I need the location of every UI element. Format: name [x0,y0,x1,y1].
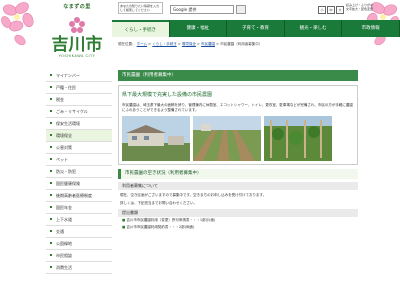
feature-body: 市民農園は、埼玉県下最大の面積を誇り、管理棟内に休憩室、エコットシャワー、トイレ… [122,103,353,112]
sidebar-item-mynumber[interactable]: マイナンバー [46,70,112,82]
vegetable-garden-photo [264,116,332,161]
breadcrumb-home[interactable]: ホーム [137,42,147,46]
page-title: 市民農園（利用者募集中） [118,70,358,81]
search-note: あなたの知りたい情報を入力して検索してください [118,2,163,14]
sidebar-item-consultation[interactable]: 市民相談 [46,250,112,262]
utility-bar: あなたの知りたい情報を入力して検索してください Google 提供 小 中 大 … [118,2,400,16]
color-change-link[interactable]: 文字拡大・配色変更 [346,7,373,11]
sidebar-item-pollution[interactable]: 公害対策 [46,142,112,154]
main-content: 市民農園（利用者募集中） 県下最大規模で充実した設備の市民農園 市民農園は、埼玉… [118,70,358,231]
farm-plots-photo [193,116,261,161]
doc-item[interactable]: 吉川市市民農園利用（変更）許可申請書・・・1部(片面) [122,217,358,224]
sidebar-item-pets[interactable]: ペット [46,154,112,166]
sidebar-item-garbage[interactable]: ごみ・リサイクル [46,106,112,118]
sidebar-item-environment[interactable]: 環境保全 [46,130,112,142]
gnav-tab-kurashi[interactable]: くらし・手続き [112,20,170,37]
breadcrumb-current: 市民農園（利用者募集中） [220,42,263,46]
sidebar-item-traffic[interactable]: 交通 [46,226,112,238]
sidebar-item-pension[interactable]: 国民年金 [46,202,112,214]
city-logo[interactable]: なまずの里 吉川市 YOSHIKAWA CITY [47,0,107,64]
breadcrumb-kurashi[interactable]: くらし・手続き [152,42,177,46]
font-size-small-button[interactable]: 小 [318,6,326,14]
search-input[interactable]: Google 提供 [170,5,234,14]
search-button[interactable] [236,5,246,14]
global-navigation: くらし・手続き 健康・福祉 子育て・教育 観光・楽しむ 市政情報 [112,20,400,37]
recruit-text-1: 現在、空き区画がございますので募集中です。空きまちのお申し込みを受け付けておりま… [120,193,267,197]
recruit-text-2: 詳しくは、下記担当までお問い合わせください。 [120,201,197,205]
font-size-switcher: 小 中 大 [318,6,344,14]
feature-box: 県下最大規模で充実した設備の市民農園 市民農園は、埼玉県下最大の面積を誇り、管理… [118,85,358,165]
sidebar-item-water[interactable]: 上下水道 [46,214,112,226]
gnav-tab-health[interactable]: 健康・福祉 [169,20,228,37]
sidebar-item-living-environment[interactable]: 保安生活環境 [46,118,112,130]
status-heading: 市民農園の空き状況（利用者募集中） [118,169,358,179]
sidebar-item-tax[interactable]: 税金 [46,94,112,106]
font-size-medium-button[interactable]: 中 [327,6,335,14]
feature-heading: 県下最大規模で充実した設備の市民農園 [122,92,213,98]
photo-row [122,116,354,161]
sidebar-item-parks[interactable]: 公園緑地 [46,238,112,250]
font-size-large-button[interactable]: 大 [336,6,344,14]
doc-item[interactable]: 吉川市市民農園利用契約書・・・2部(両面) [122,224,358,231]
breadcrumb-environment[interactable]: 環境保全 [182,42,196,46]
accessibility-links: 読み上げ・ふりがな 文字拡大・配色変更 [346,3,373,11]
gnav-tab-childcare[interactable]: 子育て・教育 [227,20,285,37]
gnav-tab-city-info[interactable]: 市政情報 [342,20,400,37]
breadcrumb-farm[interactable]: 市民農園 [201,42,215,46]
farm-building-photo [122,116,190,161]
gnav-tab-tourism[interactable]: 観光・楽しむ [284,20,343,37]
sidebar-item-health-insurance[interactable]: 国民健康保険 [46,178,112,190]
sidebar-item-family-register[interactable]: 戸籍・住民 [46,82,112,94]
sidebar-item-elderly-medical[interactable]: 後期高齢者医療制度 [46,190,112,202]
recruit-heading: 利用者募集について [118,182,358,190]
breadcrumb: 現在位置： ホーム > くらし・手続き > 環境保全 > 市民農園 > 市民農園… [118,42,262,47]
cherry-blossom-decoration-left [1,2,34,46]
logo-tagline: なまずの里 [63,4,91,10]
sidebar-item-disaster[interactable]: 防災・防犯 [46,166,112,178]
city-flower-icon [69,17,85,33]
breadcrumb-prefix: 現在位置： [118,42,136,46]
docs-heading: 提出書類 [118,209,358,217]
sidebar-item-consumer[interactable]: 消費生活 [46,262,112,274]
sidebar: マイナンバー 戸籍・住民 税金 ごみ・リサイクル 保安生活環境 環境保全 公害対… [46,70,112,274]
logo-city-name: 吉川市 [51,35,103,55]
